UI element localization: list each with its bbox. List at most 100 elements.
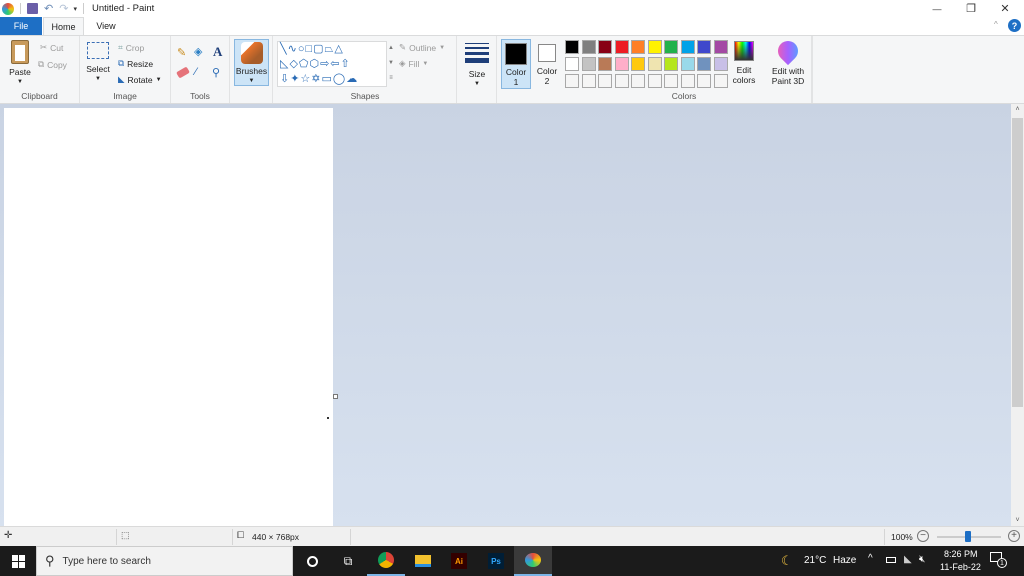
shapes-scroll-up-icon[interactable]: ▲ (387, 41, 395, 56)
redo-icon[interactable]: ↷ (59, 2, 68, 15)
cortana-button[interactable] (293, 546, 331, 576)
custom-color-slot[interactable] (581, 74, 596, 88)
color2-button[interactable]: Color 2 (534, 39, 560, 89)
magnifier-icon[interactable]: ⚲ (212, 66, 220, 79)
custom-color-slot[interactable] (598, 74, 612, 88)
battery-icon[interactable] (886, 557, 896, 563)
weather-desc[interactable]: Haze (833, 555, 856, 566)
palette-swatch[interactable] (581, 57, 596, 71)
weather-temp[interactable]: 21°C (804, 555, 826, 566)
fill-button[interactable]: ◈ Fill ▼ (399, 58, 428, 69)
clock-date[interactable]: 11-Feb-22 (940, 562, 981, 572)
task-view-button[interactable]: ⧉ (329, 546, 367, 576)
custom-color-slot[interactable] (647, 74, 662, 88)
eraser-icon[interactable] (176, 66, 190, 79)
customize-qat-icon[interactable]: ▾ (73, 5, 77, 13)
clock-time[interactable]: 8:26 PM (944, 549, 978, 559)
taskbar-file-explorer[interactable] (404, 546, 442, 576)
palette-swatch[interactable] (680, 40, 695, 54)
palette-swatch[interactable] (680, 57, 695, 71)
start-button[interactable] (0, 546, 36, 576)
edit-with-paint3d-button[interactable]: Edit with Paint 3D (766, 36, 810, 86)
drawing-canvas[interactable] (4, 108, 333, 526)
custom-color-slot[interactable] (697, 74, 711, 88)
palette-swatch[interactable] (664, 57, 678, 71)
custom-color-slot[interactable] (631, 74, 645, 88)
wifi-icon[interactable]: ◣ (904, 554, 912, 565)
restore-button[interactable]: ❐ (954, 0, 988, 17)
palette-swatch[interactable] (631, 40, 645, 54)
resize-button[interactable]: ⧉ Resize (118, 58, 153, 69)
custom-color-slot[interactable] (614, 74, 629, 88)
shapes-gallery[interactable]: ╲∿○□▢⏢△ ◺◇⬠⬡⇨⇦⇧ ⇩✦☆✡▭◯☁ (277, 41, 387, 87)
palette-swatch[interactable] (664, 40, 678, 54)
palette-swatch[interactable] (565, 57, 579, 71)
palette-swatch[interactable] (697, 40, 711, 54)
palette-swatch[interactable] (614, 57, 629, 71)
taskbar-photoshop[interactable]: Ps (477, 546, 515, 576)
action-center-button[interactable]: 1 (990, 552, 1007, 568)
outline-button[interactable]: ✎ Outline ▼ (399, 42, 445, 53)
minimize-button[interactable]: — (920, 0, 954, 17)
palette-swatch[interactable] (565, 40, 579, 54)
taskbar-paint[interactable] (514, 546, 552, 576)
volume-muted-icon[interactable]: 🔇︎ (919, 554, 925, 565)
paint-app-icon[interactable] (2, 2, 14, 15)
taskbar-chrome[interactable] (367, 546, 405, 576)
help-icon[interactable]: ? (1008, 19, 1021, 32)
shapes-scroll-down-icon[interactable]: ▼ (387, 56, 395, 71)
scroll-up-icon[interactable]: ˄ (1011, 106, 1024, 113)
zoom-in-button[interactable]: + (1008, 530, 1020, 542)
show-hidden-icons[interactable]: ^ (868, 553, 873, 564)
custom-color-slot[interactable] (713, 74, 728, 88)
taskbar-illustrator[interactable]: Ai (440, 546, 478, 576)
palette-swatch[interactable] (697, 57, 711, 71)
rotate-button[interactable]: ◣ Rotate ▼ (118, 74, 162, 85)
select-button[interactable]: Select ▼ (84, 42, 112, 84)
custom-color-slot[interactable] (565, 74, 579, 88)
zoom-out-button[interactable]: − (917, 530, 929, 542)
fill-bucket-icon[interactable]: ◈ (194, 45, 202, 58)
paste-button[interactable]: Paste ▼ (6, 40, 34, 87)
shapes-scroll[interactable]: ▲ ▼ ≡ (387, 41, 395, 87)
illustrator-icon: Ai (451, 553, 467, 569)
scroll-down-icon[interactable]: ˅ (1011, 517, 1024, 524)
collapse-ribbon-icon[interactable]: ^ (994, 20, 998, 29)
close-button[interactable]: ✕ (988, 0, 1022, 17)
pencil-icon[interactable]: ✎ (177, 46, 186, 59)
edit-colors-button[interactable]: Edit colors (731, 39, 757, 85)
cut-button[interactable]: ✂ Cut (40, 42, 63, 53)
palette-swatch[interactable] (713, 57, 728, 71)
palette-swatch[interactable] (713, 40, 728, 54)
zoom-slider-thumb[interactable] (965, 531, 971, 542)
color1-button[interactable]: Color 1 (501, 39, 531, 89)
undo-icon[interactable]: ↶ (44, 2, 53, 15)
custom-color-slot[interactable] (680, 74, 695, 88)
palette-swatch[interactable] (614, 40, 629, 54)
text-tool-icon[interactable]: A (213, 44, 222, 60)
palette-swatch[interactable] (647, 40, 662, 54)
canvas-workspace[interactable] (0, 104, 1011, 526)
tab-file[interactable]: File (0, 17, 42, 35)
search-box[interactable]: ⚲ Type here to search (36, 546, 293, 576)
scroll-thumb[interactable] (1012, 118, 1023, 407)
crop-button[interactable]: ⌗ Crop (118, 42, 144, 53)
palette-swatch[interactable] (581, 40, 596, 54)
tab-view[interactable]: View (86, 17, 126, 35)
copy-button[interactable]: ⧉ Copy (38, 59, 67, 70)
zoom-slider[interactable] (937, 531, 1001, 542)
brushes-button[interactable]: Brushes ▼ (234, 39, 269, 86)
weather-icon[interactable]: ☾ (781, 553, 793, 569)
vertical-scrollbar[interactable]: ˄ ˅ (1011, 104, 1024, 526)
palette-swatch[interactable] (598, 40, 612, 54)
shapes-expand-icon[interactable]: ≡ (387, 71, 395, 86)
size-button[interactable]: Size ▼ (462, 40, 492, 89)
palette-swatch[interactable] (647, 57, 662, 71)
palette-swatch[interactable] (598, 57, 612, 71)
canvas-resize-handle-right[interactable] (333, 394, 338, 399)
save-icon[interactable] (27, 3, 38, 14)
palette-swatch[interactable] (631, 57, 645, 71)
color-picker-icon[interactable]: ⁄ (195, 66, 197, 78)
custom-color-slot[interactable] (664, 74, 678, 88)
tab-home[interactable]: Home (43, 17, 84, 35)
